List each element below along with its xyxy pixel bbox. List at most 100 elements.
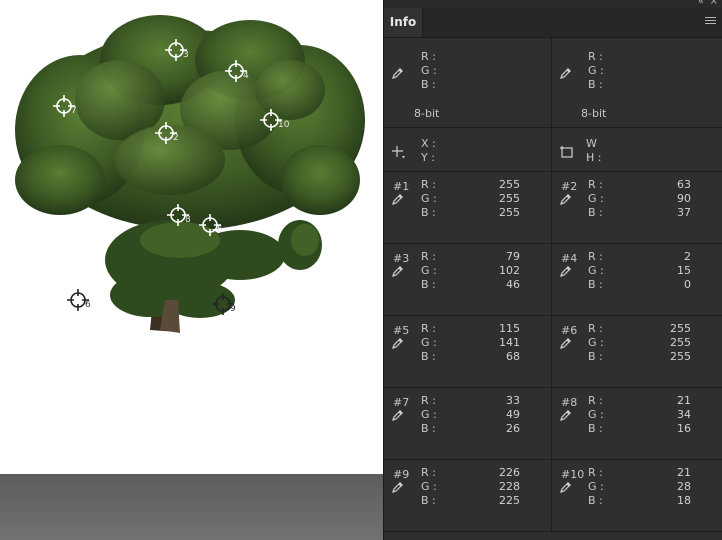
eyedropper-icon[interactable] xyxy=(391,408,405,422)
blue-label: B : xyxy=(588,494,603,507)
y-label: Y : xyxy=(421,151,435,164)
color-sampler-6[interactable]: 6 xyxy=(66,288,91,312)
blue-label: B : xyxy=(421,350,436,363)
green-label: G : xyxy=(421,408,437,421)
blue-value: 225 xyxy=(499,494,520,507)
red-value: 21 xyxy=(677,394,691,407)
color-sampler-10[interactable]: 10 xyxy=(259,108,289,132)
close-panel-button[interactable]: × xyxy=(710,0,718,7)
pasteboard xyxy=(0,474,383,540)
blue-label: B : xyxy=(588,206,603,219)
sampler-number: 9 xyxy=(230,304,236,314)
red-value: 115 xyxy=(499,322,520,335)
red-label: R : xyxy=(588,178,603,191)
tab-info[interactable]: Info xyxy=(384,8,423,37)
green-value: 255 xyxy=(499,192,520,205)
collapse-panel-button[interactable]: « xyxy=(698,0,704,7)
document-canvas[interactable]: 2 3 4 7 10 8 5 6 9 xyxy=(0,0,383,474)
eyedropper-icon[interactable] xyxy=(559,408,573,422)
tree-photo xyxy=(15,15,365,333)
blue-label: B : xyxy=(421,494,436,507)
position-readout: X : Y : xyxy=(384,128,552,171)
eyedropper-icon[interactable] xyxy=(391,264,405,278)
sampler-number: 6 xyxy=(85,300,91,310)
eyedropper-icon[interactable] xyxy=(559,336,573,350)
selection-box-icon xyxy=(559,145,574,160)
sampler-number: 4 xyxy=(243,71,249,81)
green-label: G : xyxy=(588,480,604,493)
blue-value: 46 xyxy=(506,278,520,291)
blue-value: 0 xyxy=(684,278,691,291)
bit-depth-dropdown[interactable]: 8-bit xyxy=(414,107,439,120)
sampler-readout-row: #5 R :G :B :115 141 68 #6 R :G :B :255 255 255 xyxy=(384,316,722,388)
red-label: R : xyxy=(421,394,436,407)
sampler-readout-row: #3 R :G :B :79 102 46 #4 R :G :B :2 15 0 xyxy=(384,244,722,316)
color-sampler-7[interactable]: 7 xyxy=(52,94,77,118)
sampler-readout-9: #9 R :G :B :226 228 225 xyxy=(384,460,552,531)
green-value: 228 xyxy=(499,480,520,493)
sampler-number: 5 xyxy=(217,225,223,235)
eyedropper-icon[interactable] xyxy=(559,192,573,206)
blue-value: 37 xyxy=(677,206,691,219)
red-label: R : xyxy=(588,394,603,407)
sampler-readout-7: #7 R :G :B :33 49 26 xyxy=(384,388,552,459)
color-sampler-8[interactable]: 8 xyxy=(166,203,191,227)
blue-label: B : xyxy=(421,78,436,91)
red-value: 63 xyxy=(677,178,691,191)
panel-menu-icon[interactable] xyxy=(705,17,716,26)
green-value: 90 xyxy=(677,192,691,205)
green-label: G : xyxy=(588,64,604,77)
sampler-readout-2: #2 R :G :B :63 90 37 xyxy=(552,172,722,243)
red-label: R : xyxy=(421,50,436,63)
panel-title-bar: « × xyxy=(384,0,722,8)
eyedropper-icon[interactable] xyxy=(559,66,573,80)
green-value: 141 xyxy=(499,336,520,349)
sampler-readout-6: #6 R :G :B :255 255 255 xyxy=(552,316,722,387)
color-sampler-9[interactable]: 9 xyxy=(211,292,236,316)
eyedropper-icon[interactable] xyxy=(559,480,573,494)
green-value: 255 xyxy=(670,336,691,349)
sampler-readout-4: #4 R :G :B :2 15 0 xyxy=(552,244,722,315)
color-sampler-5[interactable]: 5 xyxy=(198,213,223,237)
red-label: R : xyxy=(421,250,436,263)
eyedropper-icon[interactable] xyxy=(391,66,405,80)
red-value: 226 xyxy=(499,466,520,479)
color-sampler-1[interactable]: 2 xyxy=(154,121,179,145)
canvas-area[interactable]: 2 3 4 7 10 8 5 6 9 xyxy=(0,0,383,540)
blue-value: 255 xyxy=(670,350,691,363)
bit-depth-dropdown[interactable]: 8-bit xyxy=(581,107,606,120)
eyedropper-icon[interactable] xyxy=(391,336,405,350)
color-sampler-4[interactable]: 4 xyxy=(224,59,249,83)
red-value: 33 xyxy=(506,394,520,407)
color-sampler-3[interactable]: 3 xyxy=(164,38,189,62)
panel-tab-row: Info xyxy=(384,8,722,38)
red-value: 255 xyxy=(670,322,691,335)
red-label: R : xyxy=(588,322,603,335)
green-value: 102 xyxy=(499,264,520,277)
eyedropper-icon[interactable] xyxy=(391,192,405,206)
sampler-readout-row: #7 R :G :B :33 49 26 #8 R :G :B :21 34 16 xyxy=(384,388,722,460)
sampler-number: 8 xyxy=(185,215,191,225)
green-label: G : xyxy=(588,336,604,349)
sampler-number: 3 xyxy=(183,50,189,60)
green-value: 28 xyxy=(677,480,691,493)
blue-label: B : xyxy=(421,206,436,219)
blue-label: B : xyxy=(588,350,603,363)
eyedropper-icon[interactable] xyxy=(391,480,405,494)
x-label: X : xyxy=(421,137,436,150)
blue-value: 26 xyxy=(506,422,520,435)
blue-label: B : xyxy=(421,422,436,435)
blue-value: 18 xyxy=(677,494,691,507)
crosshair-icon xyxy=(391,145,406,160)
red-label: R : xyxy=(588,50,603,63)
sampler-readout-8: #8 R :G :B :21 34 16 xyxy=(552,388,722,459)
red-label: R : xyxy=(588,466,603,479)
sampler-readout-row: #9 R :G :B :226 228 225 #10 R :G :B :21 28 18 xyxy=(384,460,722,532)
blue-label: B : xyxy=(421,278,436,291)
info-panel: « × Info R : G : B : 8-bit R : G : B : 8… xyxy=(383,0,722,540)
red-label: R : xyxy=(588,250,603,263)
red-label: R : xyxy=(421,322,436,335)
eyedropper-icon[interactable] xyxy=(559,264,573,278)
blue-value: 16 xyxy=(677,422,691,435)
blue-label: B : xyxy=(588,278,603,291)
